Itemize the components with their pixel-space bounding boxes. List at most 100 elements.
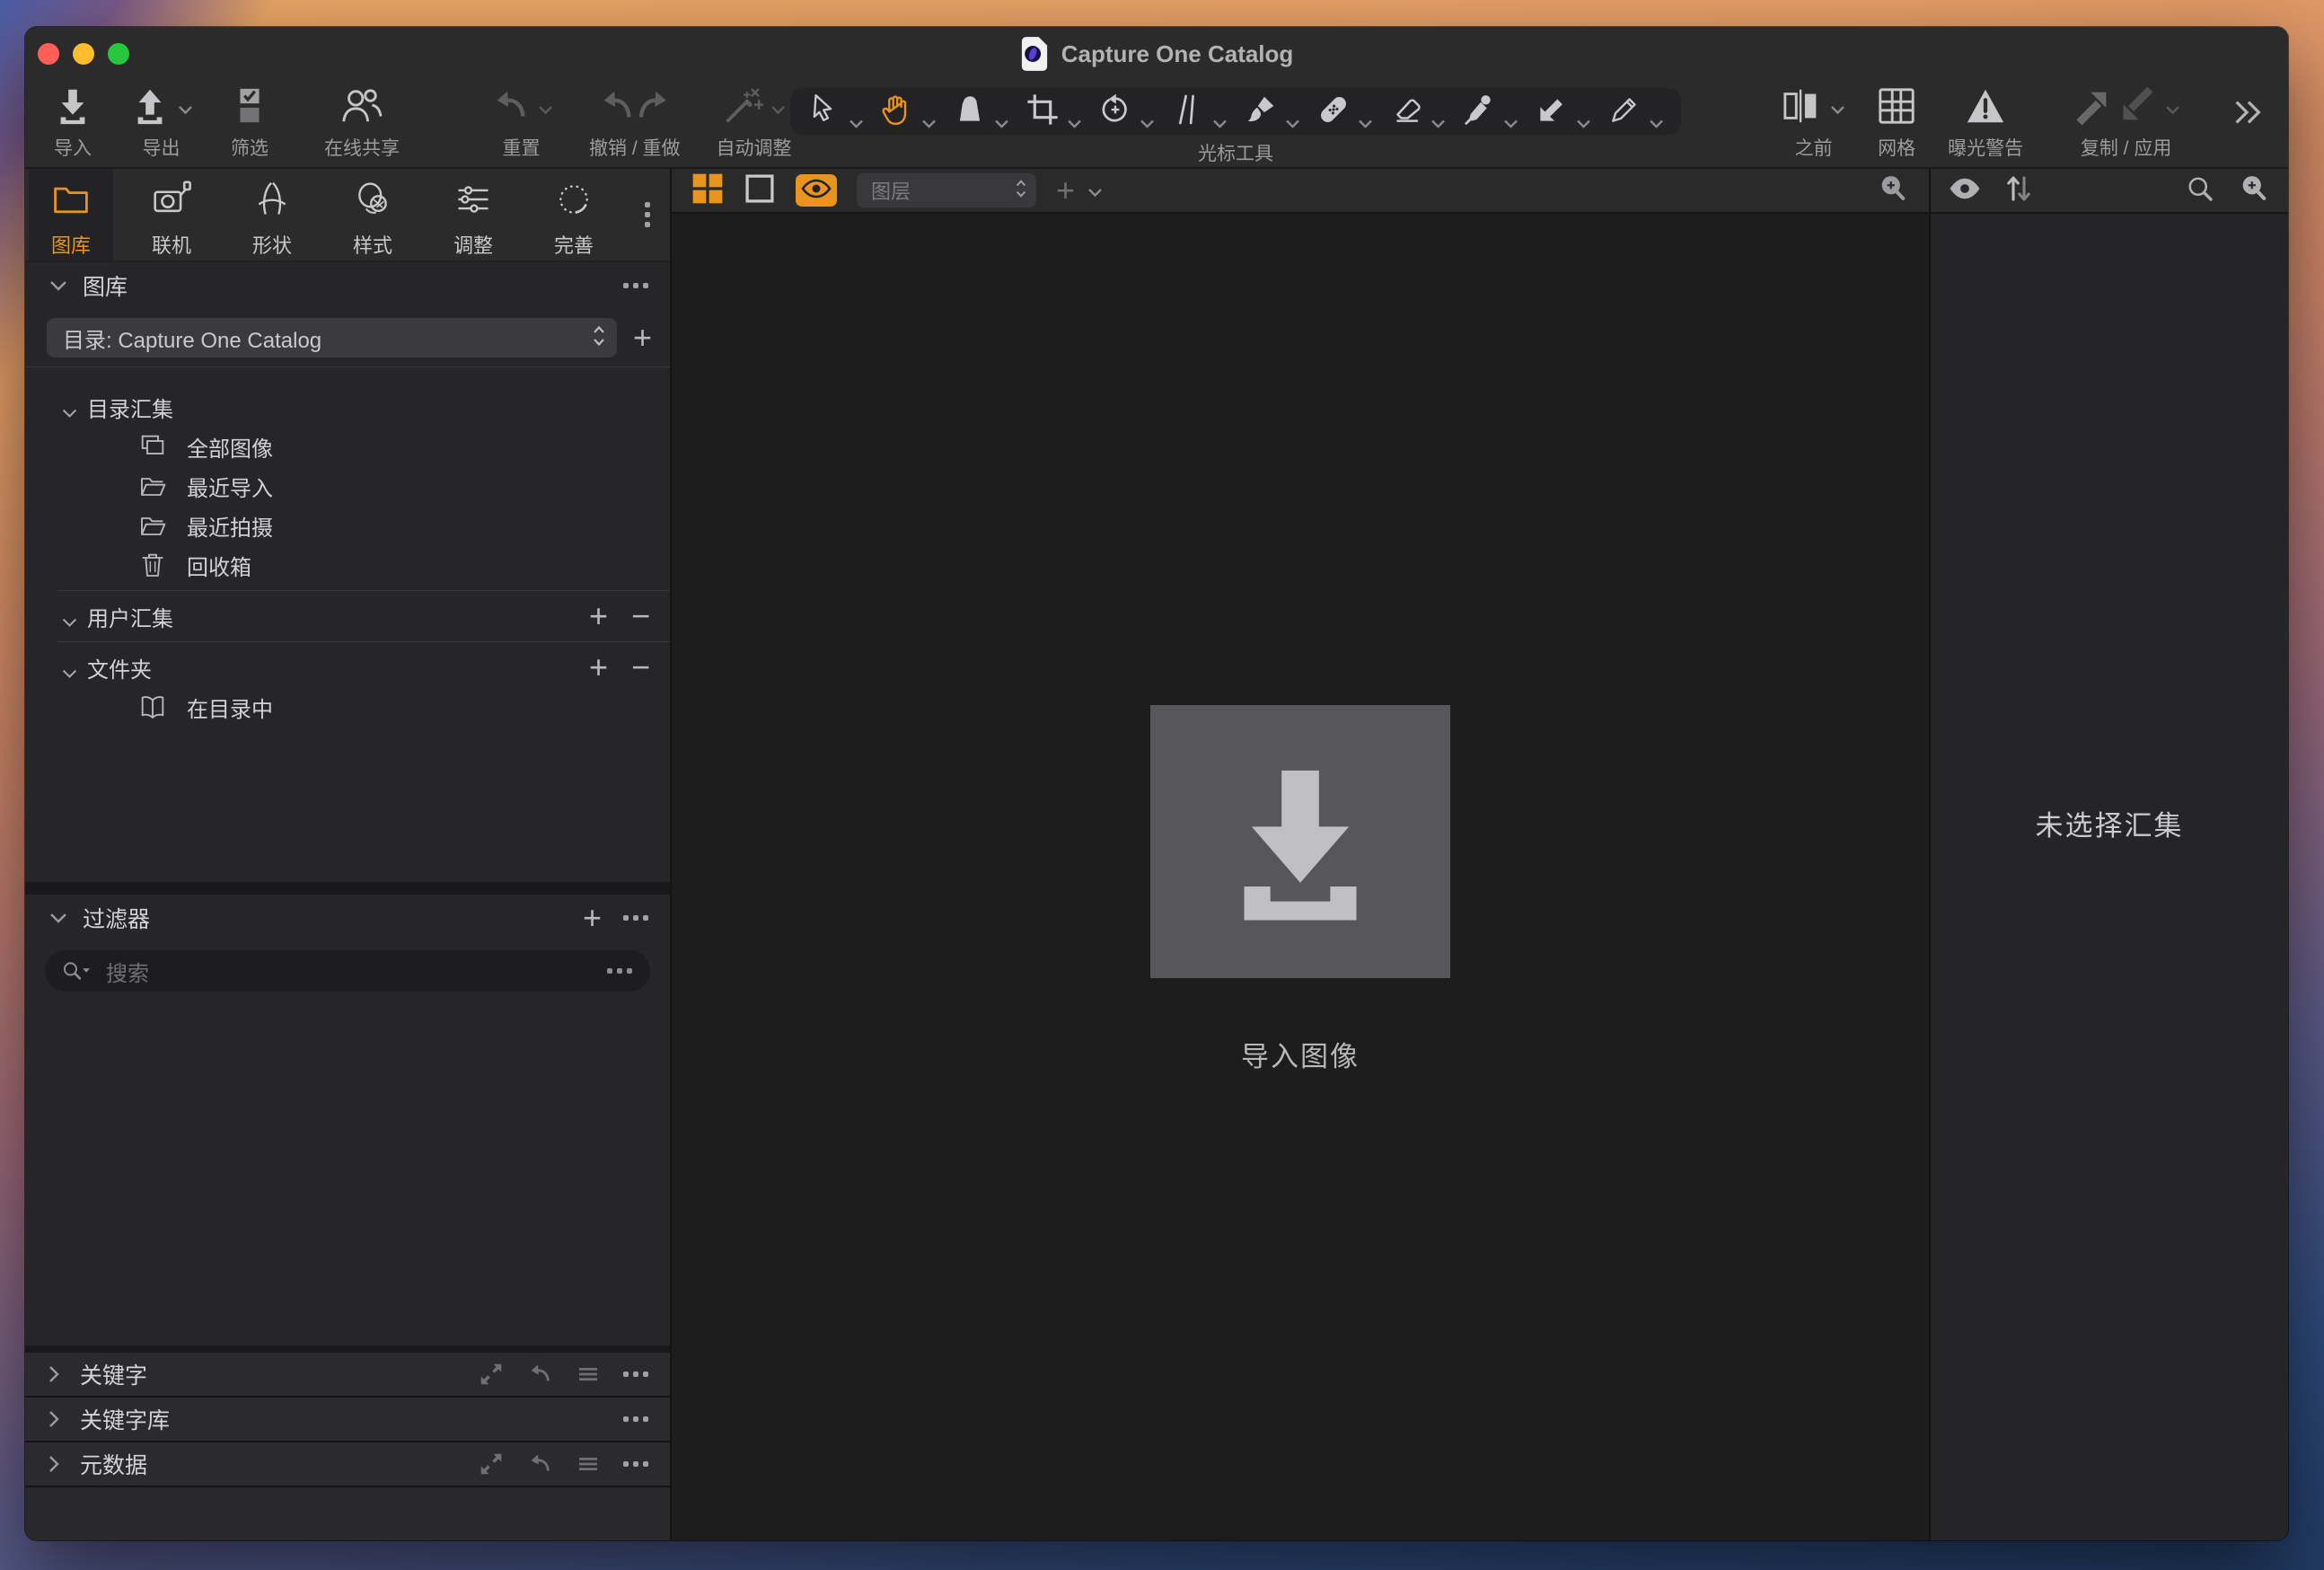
cull-button[interactable]: 筛选 [229,84,270,161]
eraser-tool[interactable] [1381,93,1454,131]
straighten-tool[interactable] [1163,93,1236,131]
presets-menu-icon[interactable] [575,1361,602,1388]
library-panel-title: 图库 [83,275,128,300]
crop-tool[interactable] [1017,93,1090,131]
chevron-right-icon [47,1409,60,1429]
keyword-library-more-icon[interactable] [623,1416,648,1422]
catalog-select[interactable]: 目录: Capture One Catalog [47,318,617,357]
heal-tool[interactable] [1308,93,1381,131]
loupe-plus-icon [2238,172,2270,209]
add-user-collection-button[interactable]: + [589,600,608,632]
search-icon [2184,172,2216,209]
auto-adjust-button[interactable]: 自动调整 [717,84,792,161]
minimize-button[interactable] [73,43,94,65]
import-drop-target[interactable]: 导入图像 [1150,705,1450,1074]
group-catalog-collections[interactable]: 目录汇集 [25,387,670,427]
undo-redo-icon [598,85,672,131]
import-button[interactable]: 导入 [52,84,93,161]
rotate-tool[interactable] [1090,93,1163,131]
tool-tabs: 图库 联机 形状 样式 调整 完善 [25,169,670,262]
layers-select[interactable]: 图层 [857,173,1036,207]
browser-view-button[interactable] [691,172,724,209]
pen-tool[interactable] [1599,93,1672,131]
add-folder-button[interactable]: + [589,651,608,684]
toolbar-overflow-button[interactable] [2231,95,2265,134]
remove-folder-button[interactable]: − [631,651,650,684]
viewer-toolbar: 图层 + [672,169,1929,214]
tab-library[interactable]: 图库 [29,169,113,260]
keywords-panel-header[interactable]: 关键字 [25,1353,670,1396]
filters-more-icon[interactable] [623,915,648,921]
reset-adjustments-icon[interactable] [526,1361,553,1388]
exposure-warning-button[interactable]: 曝光警告 [1948,84,2023,161]
search-input[interactable]: 搜索 [45,950,650,992]
chevron-down-icon [1503,107,1519,128]
collection-trash[interactable]: 回收箱 [25,545,670,585]
presets-menu-icon[interactable] [575,1451,602,1477]
eraser-tool-icon [1389,93,1423,131]
group-user-collections[interactable]: 用户汇集 + − [25,596,670,636]
tab-shapes[interactable]: 形状 [230,169,314,260]
reset-adjustments-icon[interactable] [526,1451,553,1477]
tab-refine[interactable]: 完善 [532,169,616,260]
shapes-tab-icon [252,180,292,224]
tab-styles[interactable]: 样式 [330,169,415,260]
add-layer-button[interactable]: + [1056,174,1103,207]
collapse-filters-icon[interactable] [48,911,68,925]
capture-tab-icon [152,180,191,224]
keyword-library-panel-header[interactable]: 关键字库 [25,1398,670,1441]
tab-capture[interactable]: 联机 [129,169,214,260]
brush-tool[interactable] [1236,93,1308,131]
browser-zoom-button[interactable] [2238,172,2270,209]
copy-adjustments-icon[interactable] [478,1451,505,1477]
folder-in-catalog[interactable]: 在目录中 [25,687,670,727]
import-drop-tile[interactable] [1150,705,1450,978]
preview-eye-button[interactable] [1949,172,1981,209]
pointer-tool[interactable] [799,93,872,131]
library-more-icon[interactable] [623,283,648,288]
grid-2x2-icon [691,172,724,209]
metadata-panel-header[interactable]: 元数据 [25,1442,670,1486]
keywords-more-icon[interactable] [623,1372,648,1377]
zoom-button[interactable] [108,43,129,65]
dropper-tool[interactable] [1454,93,1527,131]
browser-search-button[interactable] [2184,172,2216,209]
chevron-right-icon [47,1364,60,1384]
proof-view-button[interactable] [796,174,837,207]
close-button[interactable] [38,43,59,65]
undo-redo-button[interactable]: 撤销 / 重做 [589,84,681,161]
styles-tab-icon [353,180,392,224]
viewer-view-button[interactable] [744,172,776,209]
group-folders[interactable]: 文件夹 + − [25,648,670,687]
tabs-menu-icon[interactable] [645,202,650,227]
zoom-loupe-button[interactable] [1877,172,1909,209]
collection-recent-captures[interactable]: 最近拍摄 [25,506,670,545]
chevron-down-icon [178,103,193,114]
heal-tool-icon [1316,93,1351,131]
cursor-tools-label: 光标工具 [1198,144,1273,164]
collection-recent-imports[interactable]: 最近导入 [25,466,670,506]
chevron-down-icon [1067,107,1082,128]
library-panel: 图库 目录: Capture One Catalog + 目录汇集 全部图像 最… [25,262,670,882]
sort-button[interactable] [2003,172,2035,209]
reset-button[interactable]: 重置 [489,84,553,161]
search-options-icon[interactable] [607,968,632,974]
collapse-library-icon[interactable] [48,278,68,293]
grid-button[interactable]: 网格 [1876,84,1917,161]
metadata-more-icon[interactable] [623,1461,648,1467]
copy-adjustments-icon[interactable] [478,1361,505,1388]
hand-tool[interactable] [872,93,945,131]
adjustments-tab-icon [453,180,493,224]
before-after-button[interactable]: 之前 [1782,84,1845,161]
add-filter-button[interactable]: + [583,902,602,934]
remove-user-collection-button[interactable]: − [631,600,650,632]
apply-arrow-tool[interactable] [1527,93,1599,131]
tab-adjustments[interactable]: 调整 [431,169,515,260]
add-catalog-button[interactable]: + [633,322,652,354]
chevron-down-icon [1830,103,1845,114]
loupe-tool[interactable] [945,93,1017,131]
collection-all-images[interactable]: 全部图像 [25,427,670,466]
export-button[interactable]: 导出 [129,84,193,161]
online-share-button[interactable]: 在线共享 [324,84,400,161]
copy-apply-button[interactable]: 复制 / 应用 [2072,84,2180,161]
